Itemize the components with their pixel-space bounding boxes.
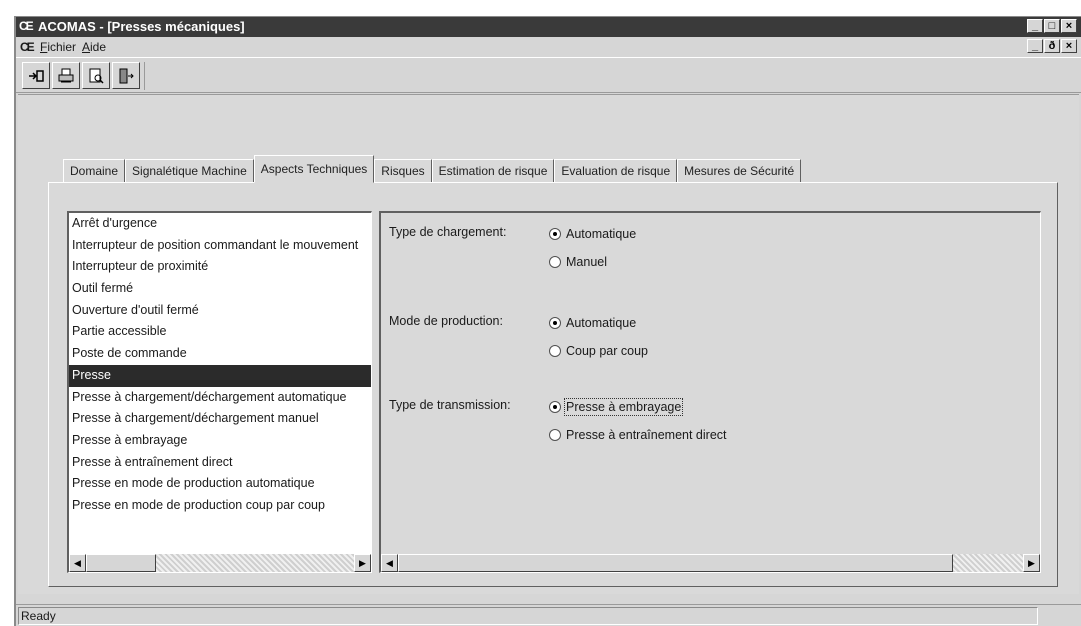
window-title: ACOMAS - [Presses mécaniques] [38, 19, 245, 34]
toolbar-group [22, 62, 145, 90]
print-preview-icon [89, 68, 104, 84]
document-logo-icon[interactable]: CE [20, 40, 35, 54]
window-controls: _ □ × [1026, 19, 1077, 33]
radio-checked-icon [549, 317, 561, 329]
minimize-button[interactable]: _ [1027, 19, 1043, 33]
list-item[interactable]: Outil fermé [69, 278, 371, 300]
list-item[interactable]: Presse en mode de production automatique [69, 473, 371, 495]
main-window: CE ACOMAS - [Presses mécaniques] _ □ × C… [14, 16, 1081, 626]
list-horizontal-scrollbar[interactable]: ◀ ▶ [69, 554, 371, 572]
production-coup-par-coup-radio[interactable]: Coup par coup [549, 342, 648, 360]
list-item[interactable]: Presse à chargement/déchargement automat… [69, 387, 371, 409]
print-icon [58, 68, 74, 82]
radio-unchecked-icon [549, 345, 561, 357]
maximize-button[interactable]: □ [1044, 19, 1060, 33]
app-logo-icon: CE [19, 19, 34, 33]
scroll-right-icon[interactable]: ▶ [1023, 554, 1040, 572]
chargement-manuel-radio[interactable]: Manuel [549, 253, 607, 271]
tab-signaletique-machine[interactable]: Signalétique Machine [125, 159, 254, 183]
new-button[interactable] [22, 62, 50, 89]
title-bar[interactable]: CE ACOMAS - [Presses mécaniques] _ □ × [16, 17, 1081, 37]
tab-evaluation-de-risque[interactable]: Evaluation de risque [554, 159, 678, 183]
scroll-left-icon[interactable]: ◀ [69, 554, 86, 572]
list-item[interactable]: Presse à chargement/déchargement manuel [69, 408, 371, 430]
radio-unchecked-icon [549, 429, 561, 441]
scrollbar-thumb[interactable] [86, 554, 156, 572]
radio-checked-icon [549, 401, 561, 413]
transmission-entrainement-direct-radio[interactable]: Presse à entraînement direct [549, 426, 727, 444]
list-item[interactable]: Arrêt d'urgence [69, 213, 371, 235]
list-item[interactable]: Interrupteur de proximité [69, 256, 371, 278]
print-button[interactable] [52, 62, 80, 89]
toolbar [16, 57, 1081, 93]
menu-aide[interactable]: Aide [82, 40, 106, 54]
menu-bar: CE Fichier Aide _ ð × [16, 37, 1081, 57]
mdi-controls: _ ð × [1026, 39, 1077, 53]
transmission-embrayage-radio[interactable]: Presse à embrayage [549, 398, 684, 416]
tab-mesures-de-securite[interactable]: Mesures de Sécurité [677, 159, 802, 183]
mdi-close-button[interactable]: × [1061, 39, 1077, 53]
element-listbox[interactable]: Arrêt d'urgence Interrupteur de position… [67, 211, 372, 573]
production-label: Mode de production: [389, 314, 503, 328]
radio-unchecked-icon [549, 256, 561, 268]
menu-fichier[interactable]: Fichier [40, 40, 76, 54]
tab-strip: Domaine Signalétique Machine Aspects Tec… [63, 155, 802, 183]
scrollbar-thumb[interactable] [398, 554, 953, 572]
close-button[interactable]: × [1061, 19, 1077, 33]
tab-estimation-de-risque[interactable]: Estimation de risque [431, 159, 555, 183]
scrollbar-track[interactable] [156, 554, 354, 572]
exit-icon [119, 68, 134, 83]
radio-checked-icon [549, 228, 561, 240]
tab-panel: Arrêt d'urgence Interrupteur de position… [48, 182, 1058, 587]
tab-domaine[interactable]: Domaine [63, 159, 126, 183]
list-item[interactable]: Interrupteur de position commandant le m… [69, 235, 371, 257]
tab-risques[interactable]: Risques [374, 159, 432, 183]
list-item-selected[interactable]: Presse [69, 364, 371, 387]
transmission-label: Type de transmission: [389, 398, 511, 412]
mdi-restore-button[interactable]: ð [1044, 39, 1060, 53]
print-preview-button[interactable] [82, 62, 110, 89]
scroll-left-icon[interactable]: ◀ [381, 554, 398, 572]
new-icon [29, 69, 44, 82]
chargement-label: Type de chargement: [389, 225, 507, 239]
client-area: Domaine Signalétique Machine Aspects Tec… [18, 94, 1079, 594]
options-panel: Type de chargement: Automatique Manuel M… [379, 211, 1041, 573]
options-horizontal-scrollbar[interactable]: ◀ ▶ [381, 554, 1040, 572]
tab-aspects-techniques[interactable]: Aspects Techniques [253, 155, 375, 183]
list-item[interactable]: Presse à embrayage [69, 430, 371, 452]
mdi-minimize-button[interactable]: _ [1027, 39, 1043, 53]
status-text: Ready [18, 607, 1038, 625]
status-bar: Ready [16, 604, 1081, 626]
list-item[interactable]: Poste de commande [69, 343, 371, 365]
list-item[interactable]: Presse en mode de production coup par co… [69, 495, 371, 517]
list-item[interactable]: Partie accessible [69, 321, 371, 343]
production-automatique-radio[interactable]: Automatique [549, 314, 636, 332]
chargement-automatique-radio[interactable]: Automatique [549, 225, 636, 243]
list-item[interactable]: Ouverture d'outil fermé [69, 300, 371, 322]
list-item[interactable]: Presse à entraînement direct [69, 452, 371, 474]
scroll-right-icon[interactable]: ▶ [354, 554, 371, 572]
scrollbar-track[interactable] [953, 554, 1023, 572]
exit-button[interactable] [112, 62, 140, 89]
